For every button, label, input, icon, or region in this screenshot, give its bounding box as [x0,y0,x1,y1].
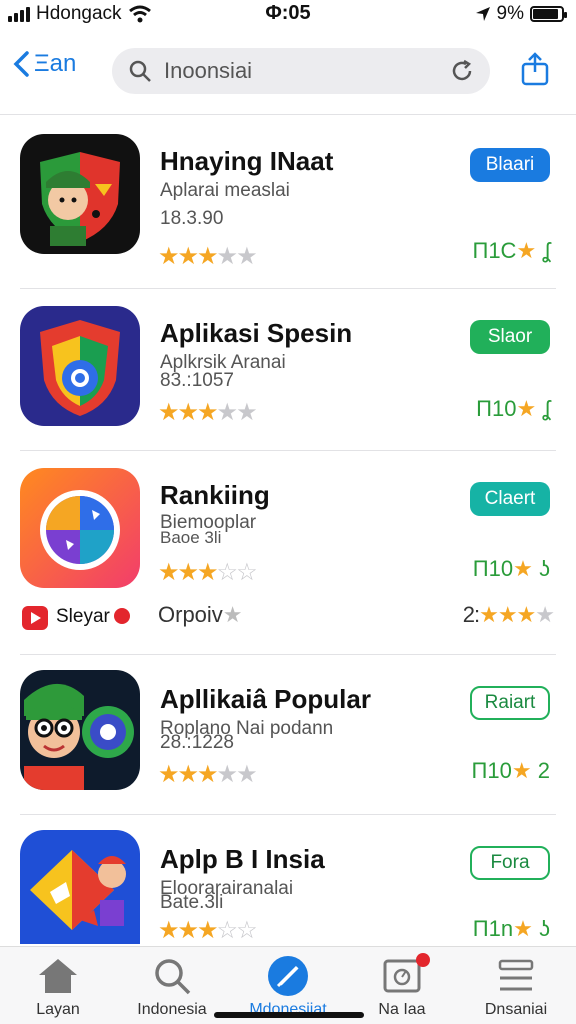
app-icon-character [20,670,140,790]
star-icon: ★ [222,602,243,627]
star-icon: ★ [513,556,533,581]
divider [20,288,556,289]
rank-suffix: ʖ [539,916,550,941]
list-item[interactable]: Aplp B I Insia Eloorarairanalai Bate.3li… [0,824,576,944]
share-icon[interactable] [520,52,550,86]
rank-label: Π10★ ʖ [473,556,550,582]
divider [20,654,556,655]
star-icon: ★ [516,396,537,421]
tab-label: Na Iaa [378,1001,426,1018]
list-item[interactable]: Aplikasi Spesin Aplkrsik Aranai 83.:1057… [0,298,576,456]
get-button[interactable]: Blaari [470,148,550,182]
tab-search[interactable]: Indonesia [122,955,222,1019]
status-bar: Hdongack Φ:05 9% [0,0,576,28]
tab-inbox[interactable]: Na Iaa [352,953,452,1019]
record-icon [114,608,130,624]
get-button[interactable]: Fora [470,846,550,880]
star-icon: ★ [516,238,537,263]
list-item[interactable]: Apllikaiâ Popular Roplano Nai podann 28.… [0,664,576,822]
compass-icon [268,956,308,996]
app-icon-puzzle [20,830,140,944]
search-icon [129,60,151,82]
rating-stars: ★★★ [479,602,536,627]
app-meta: 83.:1057 [160,370,234,391]
tab-label: Layan [36,1001,80,1018]
rank-suffix: ʖ [539,556,550,581]
rank-label: Π10★ ʆ [476,396,550,422]
battery-percent: 9% [496,3,524,24]
tab-menu[interactable]: Dnsaniai [466,955,566,1019]
rating-stars: ★★★★★ [158,243,258,270]
menu-icon [498,959,534,991]
rank-suffix: 2 [537,758,550,783]
rating-stars: ★★★☆☆ [158,559,258,586]
promo-rating: 2:★★★★ [462,602,555,628]
tab-home[interactable]: Layan [8,955,108,1019]
app-title[interactable]: Aplp B I Insia [160,844,325,875]
divider [0,114,576,115]
notification-badge [416,953,430,967]
refresh-icon[interactable] [450,59,474,83]
nav-bar: Ξan Inoonsiai [0,38,576,104]
divider [20,450,556,451]
rank-suffix: ʆ [542,238,550,263]
app-title[interactable]: Hnaying INaat [160,146,333,177]
star-icon: ★ [511,758,532,783]
rank-label: Π1C★ ʆ [472,238,550,264]
get-button[interactable]: Claert [470,482,550,516]
home-indicator [214,1012,364,1018]
back-label: Ξan [34,50,77,77]
star-icon: ★ [513,916,533,941]
search-input[interactable]: Inoonsiai [164,58,438,84]
promo-middle: Orpoiv★ [158,602,243,628]
promo-row[interactable]: Sleyar Orpoiv★ 2:★★★★ [0,592,576,640]
search-icon [155,959,191,995]
app-meta: Bate.3li [160,892,224,913]
status-right: 9% [475,3,567,25]
rank-text: Π1C [472,238,517,263]
rank-text: Π10 [472,556,514,581]
chevron-left-icon [13,51,29,77]
list-item[interactable]: Hnaying INaat Aplarai measlai 18.3.90 ★★… [0,126,576,284]
promo-right-text: 2: [462,602,480,627]
app-icon-ranking [20,468,140,588]
app-title[interactable]: Aplikasi Spesin [160,318,352,349]
rating-stars: ★★★★★ [158,761,258,788]
rank-text: Π10 [476,396,517,421]
tab-label: Indonesia [137,1001,207,1018]
app-icon-soldier [20,134,140,254]
rank-suffix: ʆ [542,396,550,421]
app-meta: 18.3.90 [160,208,224,229]
get-button[interactable]: Slaor [470,320,550,354]
promo-middle-text: Orpoiv [158,602,223,627]
app-subtitle: Aplarai measlai [160,180,290,201]
home-icon [39,959,77,993]
rank-text: Π1n [472,916,514,941]
rank-text: Π10 [471,758,512,783]
rating-stars: ★★★★★ [158,399,258,426]
get-button[interactable]: Raiart [470,686,550,720]
app-title[interactable]: Apllikaiâ Popular [160,684,371,715]
rating-stars-off: ★ [535,602,555,627]
rank-label: Π10★ 2 [472,758,550,784]
app-icon-shield [20,306,140,426]
divider [20,814,556,815]
battery-icon [530,6,567,22]
play-icon [22,606,48,630]
location-icon [475,7,490,21]
back-button[interactable]: Ξan [12,50,76,78]
app-meta: 28.:1228 [160,732,234,753]
promo-label[interactable]: Sleyar [56,606,110,628]
tab-label: Dnsaniai [484,1001,548,1018]
rank-label: Π1n★ ʖ [473,916,550,942]
tab-explore[interactable]: Mdonesiiat [238,955,338,1019]
app-meta: Baoe 3li [160,528,222,547]
rating-stars: ★★★☆☆ [158,917,258,944]
search-field[interactable]: Inoonsiai [112,48,490,94]
app-title[interactable]: Rankiing [160,480,270,511]
